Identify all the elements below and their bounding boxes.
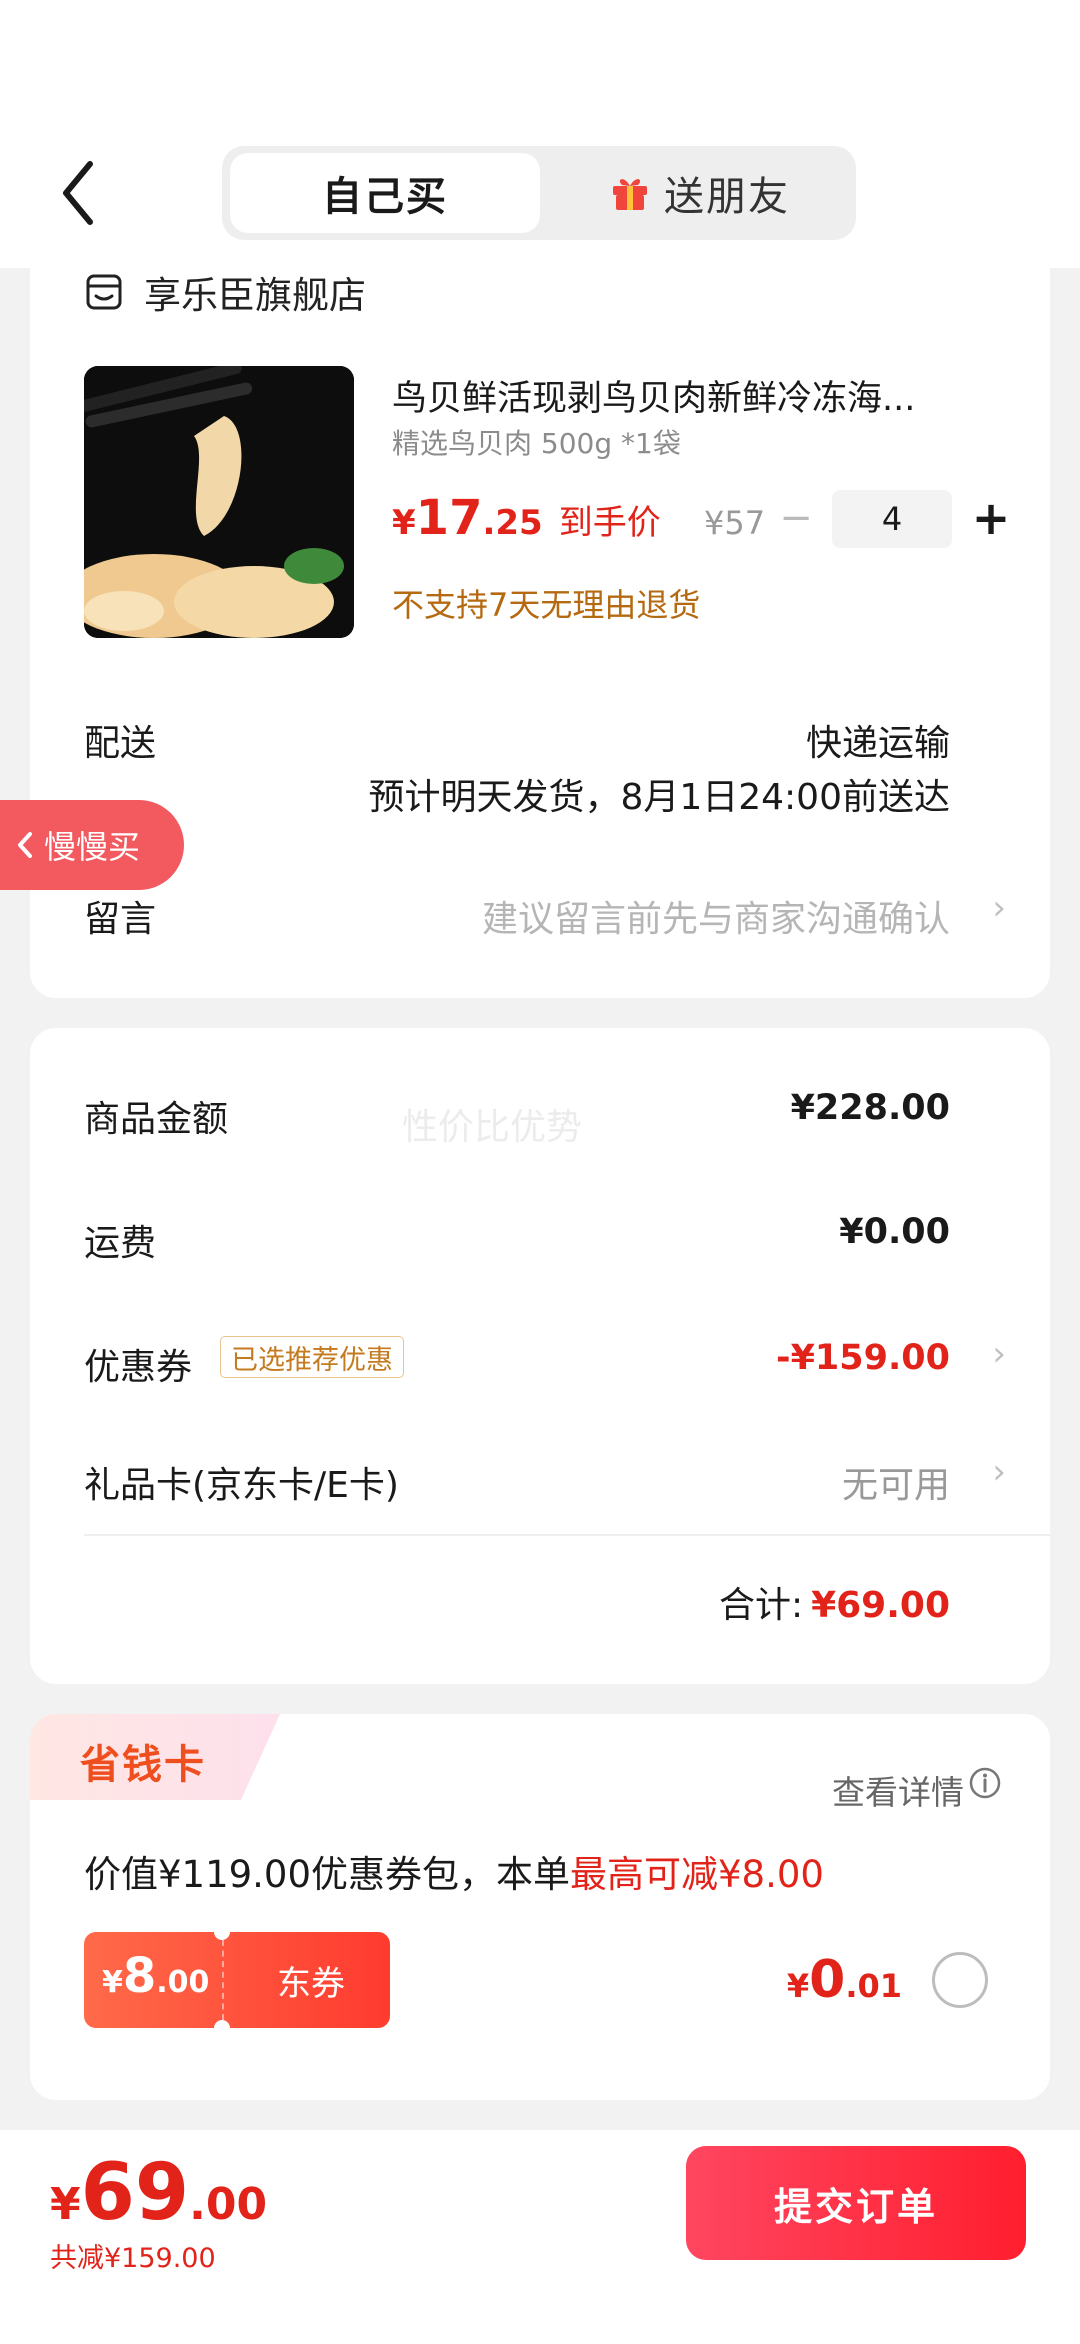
header: 自己买 送朋友 — [0, 0, 1080, 268]
voucher-label: 东券 — [277, 1963, 345, 2004]
savings-description-text: 价值¥119.00优惠券包，本单 — [84, 1853, 571, 1896]
delivery-eta: 预计明天发货，8月1日24:00前送达 — [368, 777, 950, 818]
watermark-text: 性价比优势 — [402, 1107, 583, 1148]
coupon-row[interactable]: -¥159.00 — [776, 1338, 950, 1378]
quantity-decrease-button[interactable]: − — [776, 498, 816, 542]
voucher-integer: 8 — [122, 1948, 157, 2004]
submit-order-button[interactable]: 提交订单 — [686, 2146, 1026, 2260]
coupon-label: 优惠券 — [84, 1347, 193, 1388]
savings-max-discount: 最高可减¥8.00 — [570, 1853, 824, 1896]
goods-amount-label: 商品金额 — [84, 1099, 229, 1140]
price-row: ¥ 17 .25 到手价 ¥57 − 4 + — [392, 490, 1012, 556]
payable-total: ¥ 69 .00 — [50, 2148, 267, 2238]
voucher-decimal: .00 — [156, 1965, 210, 2000]
chevron-left-icon — [18, 832, 32, 858]
savings-price-currency: ¥ — [786, 1967, 810, 2005]
product-photo — [84, 366, 354, 638]
store-name: 享乐臣旗舰店 — [144, 274, 366, 317]
savings-description: 价值¥119.00优惠券包，本单最高可减¥8.00 — [84, 1844, 824, 1898]
payable-currency: ¥ — [50, 2179, 81, 2230]
order-card: 享乐臣旗舰店 鸟贝鲜活现剥鸟贝肉新鲜冷冻海... 精选鸟贝肉 500g *1袋 … — [30, 250, 1050, 998]
info-icon[interactable] — [968, 1766, 1002, 1800]
tab-send-to-friend[interactable]: 送朋友 — [552, 153, 848, 233]
slow-buy-label: 慢慢买 — [44, 828, 141, 866]
voucher-notch — [214, 2020, 230, 2036]
gift-card-label: 礼品卡(京东卡/E卡) — [84, 1465, 399, 1506]
divider — [84, 1534, 1050, 1536]
back-button[interactable] — [52, 158, 112, 228]
price-decimal: .25 — [482, 503, 543, 543]
store-icon — [86, 274, 122, 310]
total-row: 合计: ¥69.00 — [719, 1576, 950, 1628]
payable-integer: 69 — [80, 2148, 190, 2238]
product-image[interactable] — [84, 366, 354, 638]
voucher-amount: ¥ 8 .00 — [102, 1948, 209, 2004]
chevron-left-icon — [63, 161, 93, 225]
coupon-chevron-icon: › — [992, 1334, 1006, 1374]
message-label: 留言 — [84, 899, 157, 940]
voucher-notch — [214, 1924, 230, 1940]
payable-decimal: .00 — [189, 2179, 268, 2230]
quantity-increase-button[interactable]: + — [966, 492, 1016, 546]
gift-card-row[interactable]: 无可用 — [842, 1456, 950, 1508]
view-details-link[interactable]: 查看详情 — [832, 1766, 964, 1814]
savings-card-radio[interactable] — [932, 1952, 988, 2008]
checkout-page: 自己买 送朋友 享乐臣旗舰店 鸟贝鲜活现剥鸟贝肉新鲜冷冻海... 精选鸟贝肉 5… — [0, 0, 1080, 2344]
savings-card: 省钱卡 查看详情 价值¥119.00优惠券包，本单最高可减¥8.00 ¥ 8 .… — [30, 1714, 1050, 2100]
shipping-fee-value: ¥0.00 — [839, 1212, 950, 1252]
quantity-input[interactable]: 4 — [832, 490, 952, 548]
final-price: ¥ 17 .25 到手价 — [392, 490, 661, 546]
delivery-method: 快递运输 — [805, 723, 950, 764]
store-row[interactable]: 享乐臣旗舰店 — [84, 266, 366, 318]
coupon-recommended-badge: 已选推荐优惠 — [220, 1336, 404, 1378]
product-spec: 精选鸟贝肉 500g *1袋 — [392, 427, 681, 460]
gift-icon — [613, 179, 647, 210]
savings-price-decimal: .01 — [845, 1967, 902, 2005]
price-label: 到手价 — [558, 503, 661, 543]
price-currency: ¥ — [392, 503, 416, 543]
total-value: ¥69.00 — [811, 1585, 950, 1626]
savings-card-price: ¥ 0 .01 — [787, 1950, 902, 2010]
slow-buy-button[interactable]: 慢慢买 — [0, 800, 184, 890]
voucher-coupon: ¥ 8 .00 东券 — [84, 1924, 390, 2036]
total-saved: 共减¥159.00 — [50, 2243, 216, 2274]
shipping-fee-label: 运费 — [84, 1223, 157, 1264]
savings-price-integer: 0 — [809, 1950, 846, 2010]
message-input[interactable]: 建议留言前先与商家沟通确认 — [482, 890, 950, 942]
tab-send-to-friend-label: 送朋友 — [664, 174, 790, 220]
purchase-mode-switch: 自己买 送朋友 — [222, 146, 856, 240]
gift-card-chevron-icon: › — [992, 1452, 1006, 1492]
message-chevron-icon: › — [992, 888, 1006, 928]
product-title[interactable]: 鸟贝鲜活现剥鸟贝肉新鲜冷冻海... — [392, 370, 1012, 421]
voucher-separator — [222, 1940, 224, 2020]
tab-buy-for-self-label: 自己买 — [322, 174, 448, 220]
savings-card-title: 省钱卡 — [80, 1742, 206, 1788]
voucher-currency: ¥ — [102, 1965, 123, 2000]
delivery-label: 配送 — [84, 723, 157, 764]
bottom-bar: ¥ 69 .00 共减¥159.00 提交订单 — [0, 2130, 1080, 2344]
return-policy: 不支持7天无理由退货 — [392, 586, 701, 624]
price-integer: 17 — [415, 490, 483, 546]
tab-buy-for-self[interactable]: 自己买 — [230, 153, 540, 233]
total-label: 合计: — [718, 1585, 804, 1626]
goods-amount-value: ¥228.00 — [790, 1088, 950, 1128]
price-detail-card: 性价比优势 商品金额 ¥228.00 运费 ¥0.00 优惠券 已选推荐优惠 -… — [30, 1028, 1050, 1684]
original-price: ¥57 — [704, 504, 766, 542]
